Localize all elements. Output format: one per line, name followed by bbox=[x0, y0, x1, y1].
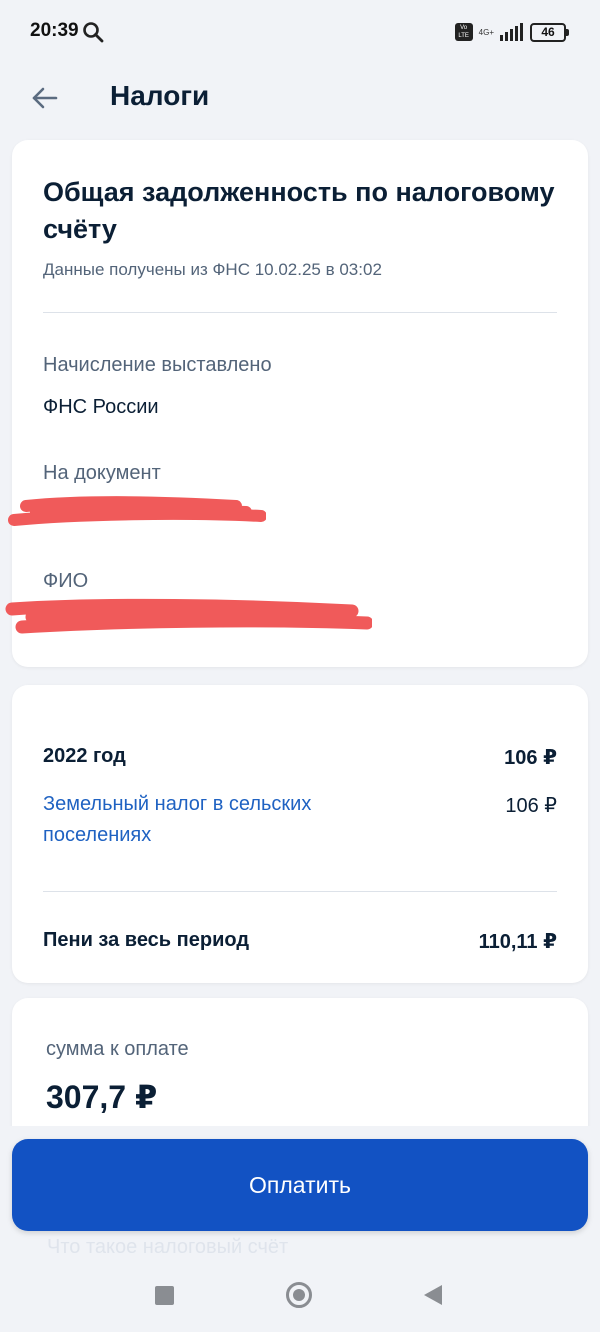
system-nav-bar bbox=[0, 1266, 600, 1332]
status-icons: Vo LTE 4G+ 46 bbox=[454, 20, 569, 44]
accrual-label: Начисление выставлено bbox=[43, 354, 272, 376]
redaction-mark bbox=[8, 496, 266, 526]
sum-value: 307,7 ₽ bbox=[46, 1079, 158, 1115]
triangle-left-icon[interactable] bbox=[424, 1285, 442, 1305]
tax-name-link[interactable]: Земельный налог в сельских поселениях bbox=[43, 789, 383, 851]
debt-info-card: Общая задолженность по налоговому счёту … bbox=[5, 140, 588, 667]
tax-breakdown-card: 2022 год 106 ₽ Земельный налог в сельски… bbox=[12, 685, 588, 983]
signal-icon bbox=[500, 23, 523, 41]
status-time: 20:39 bbox=[30, 20, 79, 41]
back-button[interactable] bbox=[24, 78, 64, 118]
search-icon bbox=[83, 22, 104, 43]
square-icon[interactable] bbox=[155, 1286, 174, 1305]
penalty-label: Пени за весь период bbox=[43, 929, 250, 951]
page-title: Налоги bbox=[110, 80, 210, 111]
fio-label: ФИО bbox=[43, 570, 89, 592]
sum-label: сумма к оплате bbox=[46, 1038, 189, 1060]
accrual-value: ФНС России bbox=[43, 396, 159, 418]
debt-title: Общая задолженность по налоговому счёту bbox=[43, 177, 555, 244]
penalty-amount: 110,11 ₽ bbox=[478, 931, 557, 953]
document-label: На документ bbox=[43, 462, 161, 484]
circle-icon[interactable] bbox=[286, 1282, 312, 1308]
volte-badge: Vo LTE bbox=[454, 23, 473, 41]
tax-account-info-link[interactable]: Что такое налоговый счёт bbox=[47, 1236, 288, 1259]
year-label: 2022 год bbox=[43, 745, 126, 767]
divider bbox=[43, 891, 557, 892]
battery-icon: 46 bbox=[530, 22, 569, 42]
app-bar: Налоги bbox=[0, 64, 600, 130]
network-type: 4G+ bbox=[478, 27, 494, 37]
status-bar: 20:39 Vo LTE 4G+ 46 bbox=[0, 0, 600, 64]
pay-button[interactable]: Оплатить bbox=[12, 1139, 588, 1231]
tax-amount: 106 ₽ bbox=[505, 795, 557, 817]
year-amount: 106 ₽ bbox=[504, 747, 557, 769]
data-source-info: Данные получены из ФНС 10.02.25 в 03:02 bbox=[43, 260, 382, 279]
divider bbox=[43, 312, 557, 313]
redaction-mark bbox=[5, 598, 372, 634]
arrow-left-icon bbox=[32, 87, 58, 109]
